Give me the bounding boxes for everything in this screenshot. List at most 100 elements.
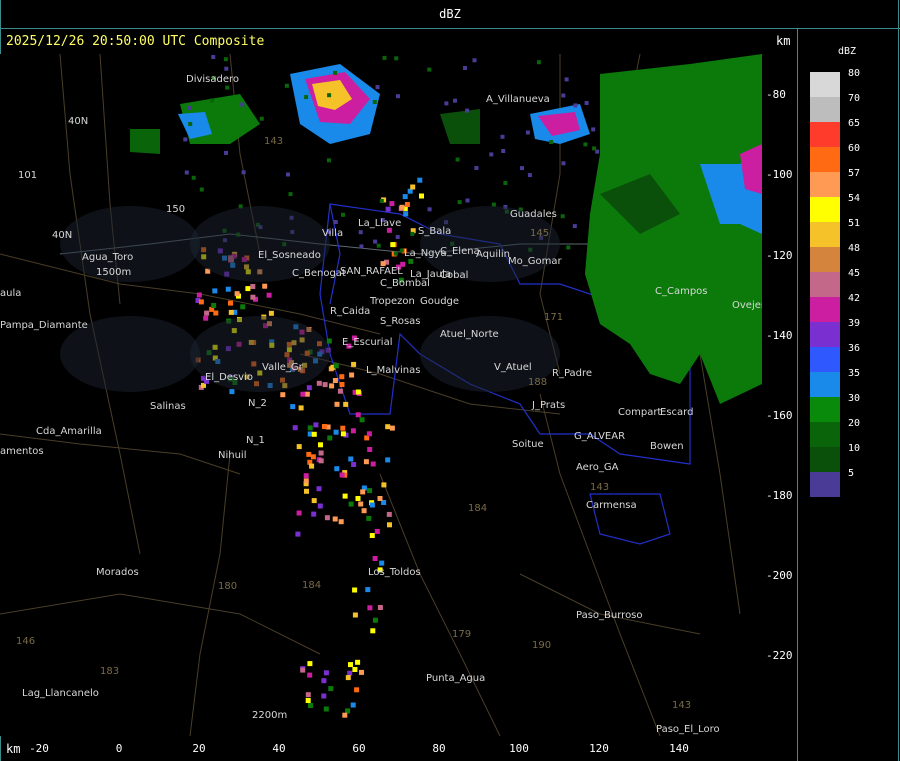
- legend-swatch: [810, 172, 840, 197]
- x-tick: 60: [352, 742, 366, 755]
- echo-cell: [345, 675, 351, 681]
- place-label: N_2: [248, 398, 267, 409]
- echo-cell: [463, 66, 467, 70]
- echo-cell: [379, 560, 385, 566]
- echo-cell: [209, 98, 214, 103]
- echo-cell: [334, 466, 340, 472]
- legend-swatch: [810, 347, 840, 372]
- legend-level-label: 48: [848, 243, 861, 254]
- place-label: A_Villanueva: [486, 94, 550, 105]
- frame-divider: [797, 28, 798, 761]
- echo-cell: [583, 142, 588, 147]
- place-label: Morados: [96, 567, 139, 578]
- echo-cell: [525, 130, 530, 135]
- legend-level-label: 5: [848, 468, 855, 479]
- place-label: C_Bombal: [380, 278, 430, 289]
- echo-cell: [355, 659, 361, 665]
- echo-cell: [369, 502, 375, 508]
- echo-cell: [573, 103, 578, 108]
- echo-cell: [284, 83, 289, 88]
- echo-cell: [444, 101, 449, 106]
- echo-cell: [584, 101, 589, 105]
- echo-cell: [354, 687, 360, 693]
- place-label: El_Sosneado: [258, 250, 321, 261]
- echo-cell: [351, 462, 357, 467]
- echo-cell: [183, 137, 188, 142]
- route-number: 179: [452, 629, 472, 640]
- echo-cell: [307, 425, 313, 431]
- place-label: Ovejer: [732, 300, 762, 311]
- radar-map[interactable]: Divisadero A_Villanueva 40N 101 40N 150 Agua_T…: [0, 54, 762, 736]
- place-label: Atuel_Norte: [440, 329, 499, 340]
- road-line: [519, 573, 701, 635]
- echo-cell: [345, 708, 351, 714]
- echo-cell: [262, 283, 268, 289]
- echo-cell: [309, 463, 315, 469]
- echo-cell: [402, 194, 408, 200]
- y-tick: -100: [766, 168, 793, 181]
- echo-cell: [303, 473, 309, 479]
- echo-cell: [306, 451, 312, 457]
- place-label: Valle_Gr: [262, 362, 303, 373]
- echo-cell: [332, 378, 338, 383]
- legend-level-label: 51: [848, 218, 861, 229]
- place-label: El_Desvio: [205, 372, 253, 383]
- echo-cell: [266, 292, 272, 298]
- route-number: 171: [544, 312, 564, 323]
- legend-swatch: [810, 122, 840, 147]
- echo-cell: [410, 231, 415, 236]
- x-tick: 40: [272, 742, 286, 755]
- echo-cell: [375, 85, 380, 90]
- place-label: Aquilin: [476, 249, 511, 260]
- echo-cell: [339, 374, 345, 380]
- echo-cell: [366, 431, 372, 437]
- x-tick: 140: [669, 742, 689, 755]
- legend-title: dBZ: [838, 46, 857, 57]
- legend-swatch: [810, 197, 840, 222]
- echo-region: [130, 129, 160, 154]
- echo-cell: [385, 424, 391, 430]
- department-boundary: [329, 203, 341, 305]
- place-label: Pampa_Diamante: [0, 320, 88, 331]
- legend-swatch: [810, 147, 840, 172]
- place-label: 40N: [68, 116, 89, 127]
- echo-cell: [340, 425, 346, 431]
- echo-cell: [404, 202, 410, 207]
- place-label: Cobal: [440, 270, 469, 281]
- echo-cell: [327, 93, 332, 98]
- echo-cell: [350, 702, 356, 708]
- echo-cell: [311, 498, 317, 504]
- echo-cell: [376, 243, 381, 248]
- echo-cell: [338, 519, 344, 525]
- echo-cell: [382, 55, 387, 60]
- echo-cell: [566, 245, 571, 250]
- place-label: Carmensa: [586, 500, 637, 511]
- route-number: 143: [264, 136, 284, 147]
- place-label: Bowen: [650, 441, 684, 452]
- echo-cell: [317, 503, 323, 509]
- echo-cell: [321, 678, 327, 684]
- echo-cell: [228, 309, 234, 315]
- echo-cell: [300, 391, 306, 397]
- echo-cell: [342, 712, 348, 718]
- echo-cell: [321, 693, 327, 699]
- echo-cell: [453, 98, 457, 103]
- echo-cell: [363, 459, 369, 465]
- timestamp-header: 2025/12/26 20:50:00 UTC Composite: [6, 34, 265, 49]
- echo-cell: [306, 385, 312, 391]
- road-line: [189, 453, 231, 736]
- echo-cell: [296, 510, 302, 516]
- echo-cell: [224, 66, 229, 71]
- place-label: Escard: [660, 407, 694, 418]
- echo-cell: [323, 670, 329, 676]
- legend-level-label: 20: [848, 418, 861, 429]
- echo-cell: [372, 556, 378, 561]
- echo-cell: [224, 150, 228, 155]
- x-tick: 80: [432, 742, 446, 755]
- echo-cell: [472, 58, 477, 63]
- echo-cell: [211, 55, 216, 59]
- legend-level-label: 30: [848, 393, 861, 404]
- legend-level-label: 35: [848, 368, 861, 379]
- legend-level-label: 80: [848, 68, 861, 79]
- echo-cell: [229, 389, 235, 395]
